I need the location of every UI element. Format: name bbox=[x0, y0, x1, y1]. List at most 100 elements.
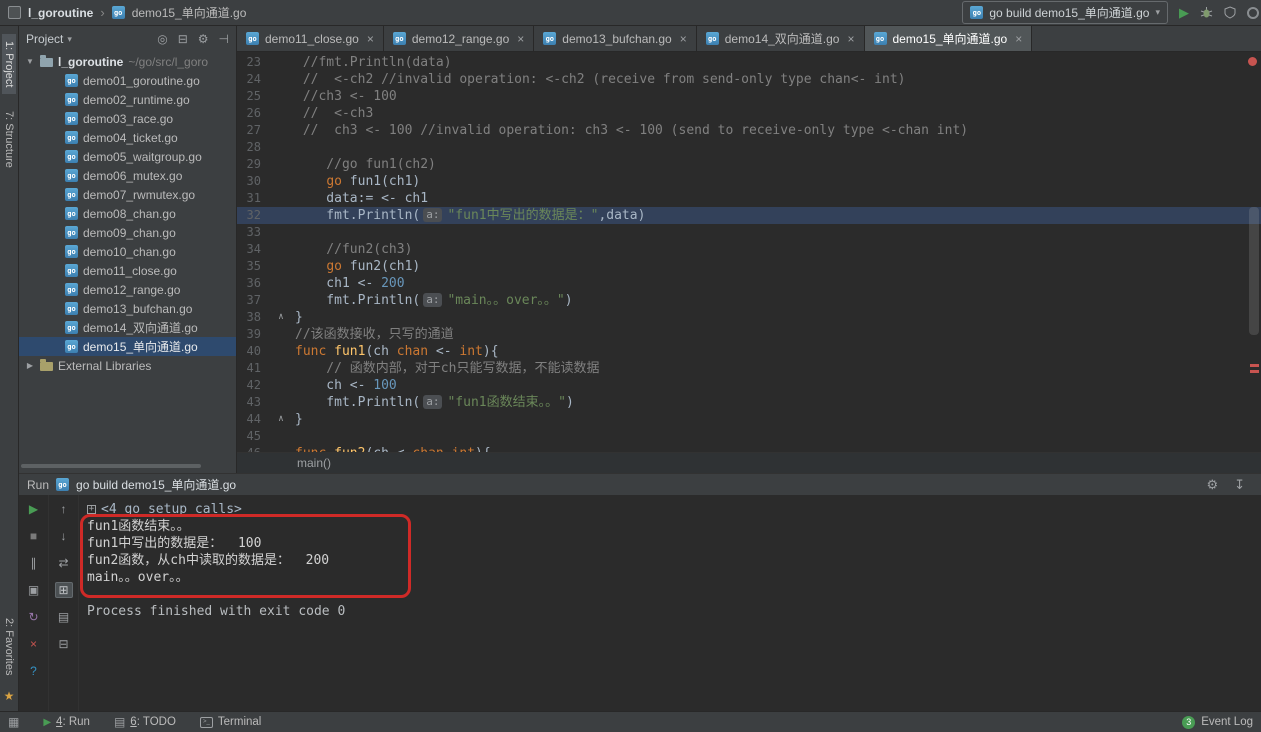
editor-tab[interactable]: godemo14_双向通道.go× bbox=[697, 26, 865, 51]
code-line[interactable]: 34 //fun2(ch3) bbox=[237, 241, 1261, 258]
event-log-label[interactable]: Event Log bbox=[1201, 716, 1253, 728]
tree-item-root[interactable]: ▼ l_goroutine ~/go/src/l_goro bbox=[19, 52, 236, 71]
clear-all-icon[interactable]: ⊟ bbox=[55, 636, 73, 652]
scroll-to-end-icon[interactable]: ⇄ bbox=[55, 555, 73, 571]
print-icon[interactable]: ▤ bbox=[55, 609, 73, 625]
code-line[interactable]: 28 bbox=[237, 139, 1261, 156]
tab-close-icon[interactable]: × bbox=[847, 32, 854, 46]
error-indicator-icon[interactable] bbox=[1248, 57, 1257, 66]
coverage-button[interactable] bbox=[1224, 6, 1236, 19]
status-run-button[interactable]: ▶ 4: Run bbox=[43, 716, 90, 728]
tab-close-icon[interactable]: × bbox=[367, 32, 374, 46]
status-todo-button[interactable]: ▤ 6: TODO bbox=[114, 715, 176, 729]
stop-icon[interactable]: ■ bbox=[25, 528, 43, 544]
collapse-all-icon[interactable]: ⊟ bbox=[178, 32, 188, 46]
tree-item[interactable]: godemo10_chan.go bbox=[19, 242, 236, 261]
tool-window-switcher-icon[interactable]: ▦ bbox=[8, 715, 19, 729]
restore-layout-icon[interactable]: ↻ bbox=[25, 609, 43, 625]
code-line[interactable]: 40func fun1(ch chan <- int){ bbox=[237, 343, 1261, 360]
event-log-badge[interactable]: 3 bbox=[1182, 716, 1195, 729]
code-line[interactable]: 31 data:= <- ch1 bbox=[237, 190, 1261, 207]
stripe-button-project[interactable]: 1: Project bbox=[2, 34, 16, 94]
tree-item[interactable]: godemo06_mutex.go bbox=[19, 166, 236, 185]
tree-item[interactable]: godemo02_runtime.go bbox=[19, 90, 236, 109]
close-icon[interactable]: × bbox=[25, 636, 43, 652]
code-area[interactable]: 23 //fmt.Println(data)24 // <-ch2 //inva… bbox=[237, 52, 1261, 452]
code-line[interactable]: 42 ch <- 100 bbox=[237, 377, 1261, 394]
code-line[interactable]: 46func fun2(ch <-chan int){ bbox=[237, 445, 1261, 452]
vertical-scrollbar-thumb[interactable] bbox=[1249, 207, 1259, 335]
console-fold-line[interactable]: + <4 go setup calls> bbox=[87, 501, 1261, 518]
tab-close-icon[interactable]: × bbox=[680, 32, 687, 46]
rerun-icon[interactable]: ▶ bbox=[25, 501, 43, 517]
down-stack-trace-icon[interactable]: ↓ bbox=[55, 528, 73, 544]
error-stripe-mark[interactable] bbox=[1250, 364, 1259, 367]
code-line[interactable]: 26 // <-ch3 bbox=[237, 105, 1261, 122]
tree-item[interactable]: godemo15_单向通道.go bbox=[19, 337, 236, 356]
code-line[interactable]: 23 //fmt.Println(data) bbox=[237, 54, 1261, 71]
help-icon[interactable]: ? bbox=[25, 663, 43, 679]
code-line[interactable]: 38∧} bbox=[237, 309, 1261, 326]
editor-tab[interactable]: godemo13_bufchan.go× bbox=[534, 26, 696, 51]
favorites-star-icon[interactable]: ★ bbox=[4, 689, 15, 703]
run-config-select[interactable]: go go build demo15_单向通道.go ▾ bbox=[962, 1, 1168, 24]
code-line[interactable]: 25 //ch3 <- 100 bbox=[237, 88, 1261, 105]
tree-item[interactable]: godemo14_双向通道.go bbox=[19, 318, 236, 337]
tab-close-icon[interactable]: × bbox=[517, 32, 524, 46]
code-line[interactable]: 39//该函数接收，只写的通道 bbox=[237, 326, 1261, 343]
status-terminal-button[interactable]: >_ Terminal bbox=[200, 716, 261, 728]
pause-output-icon[interactable]: ∥ bbox=[25, 555, 43, 571]
tree-item-external-libraries[interactable]: ▶ External Libraries bbox=[19, 356, 236, 375]
expand-fold-icon[interactable]: + bbox=[87, 505, 96, 514]
tree-item[interactable]: godemo11_close.go bbox=[19, 261, 236, 280]
soft-wrap-icon[interactable]: ⊞ bbox=[55, 582, 73, 598]
locate-file-icon[interactable]: ◎ bbox=[157, 32, 167, 46]
code-line[interactable]: 27 // ch3 <- 100 //invalid operation: ch… bbox=[237, 122, 1261, 139]
code-line[interactable]: 32 fmt.Println(a:"fun1中写出的数据是：",data) bbox=[237, 207, 1261, 224]
tree-item[interactable]: godemo07_rwmutex.go bbox=[19, 185, 236, 204]
fold-marker-icon[interactable]: ∧ bbox=[267, 411, 295, 428]
tree-expanded-icon[interactable]: ▼ bbox=[25, 57, 35, 66]
up-stack-trace-icon[interactable]: ↑ bbox=[55, 501, 73, 517]
tree-item[interactable]: godemo13_bufchan.go bbox=[19, 299, 236, 318]
code-line[interactable]: 33 bbox=[237, 224, 1261, 241]
code-line[interactable]: 30 go fun1(ch1) bbox=[237, 173, 1261, 190]
project-view-selector[interactable]: Project bbox=[26, 32, 63, 46]
error-stripe-mark[interactable] bbox=[1250, 370, 1259, 373]
code-line[interactable]: 43 fmt.Println(a:"fun1函数结束。。") bbox=[237, 394, 1261, 411]
window-menu-icon[interactable] bbox=[8, 6, 21, 19]
code-line[interactable]: 36 ch1 <- 200 bbox=[237, 275, 1261, 292]
fold-marker-icon[interactable]: ∧ bbox=[267, 309, 295, 326]
search-everywhere-icon[interactable] bbox=[1247, 7, 1259, 19]
collapse-panel-icon[interactable]: ↧ bbox=[1234, 477, 1245, 493]
stripe-button-structure[interactable]: 7: Structure bbox=[2, 104, 16, 175]
editor-tab[interactable]: godemo12_range.go× bbox=[384, 26, 534, 51]
tree-item[interactable]: godemo03_race.go bbox=[19, 109, 236, 128]
tree-item[interactable]: godemo04_ticket.go bbox=[19, 128, 236, 147]
tree-item[interactable]: godemo01_goroutine.go bbox=[19, 71, 236, 90]
code-line[interactable]: 35 go fun2(ch1) bbox=[237, 258, 1261, 275]
tab-close-icon[interactable]: × bbox=[1015, 32, 1022, 46]
code-line[interactable]: 41 // 函数内部，对于ch只能写数据，不能读数据 bbox=[237, 360, 1261, 377]
tree-item[interactable]: godemo12_range.go bbox=[19, 280, 236, 299]
run-button[interactable]: ▶ bbox=[1179, 5, 1189, 21]
run-tab-label[interactable]: go build demo15_单向通道.go bbox=[76, 476, 236, 493]
code-line[interactable]: 29 //go fun1(ch2) bbox=[237, 156, 1261, 173]
tree-item[interactable]: godemo09_chan.go bbox=[19, 223, 236, 242]
settings-icon[interactable]: ⚙ bbox=[198, 32, 209, 46]
hide-panel-icon[interactable]: ⊣ bbox=[219, 32, 229, 46]
code-line[interactable]: 24 // <-ch2 //invalid operation: <-ch2 (… bbox=[237, 71, 1261, 88]
editor-tab[interactable]: godemo11_close.go× bbox=[237, 26, 384, 51]
breadcrumb-main[interactable]: main() bbox=[297, 456, 331, 470]
code-line[interactable]: 44∧} bbox=[237, 411, 1261, 428]
editor-tab[interactable]: godemo15_单向通道.go× bbox=[865, 26, 1033, 51]
tree-collapsed-icon[interactable]: ▶ bbox=[25, 361, 35, 370]
debug-button[interactable] bbox=[1200, 6, 1213, 19]
code-line[interactable]: 45 bbox=[237, 428, 1261, 445]
stripe-button-favorites[interactable]: 2: Favorites bbox=[2, 611, 16, 682]
tree-item[interactable]: godemo05_waitgroup.go bbox=[19, 147, 236, 166]
code-line[interactable]: 37 fmt.Println(a:"main。。over。。") bbox=[237, 292, 1261, 309]
settings-icon[interactable]: ⚙ bbox=[1206, 477, 1218, 493]
horizontal-scrollbar-thumb[interactable] bbox=[21, 464, 201, 468]
tree-item[interactable]: godemo08_chan.go bbox=[19, 204, 236, 223]
